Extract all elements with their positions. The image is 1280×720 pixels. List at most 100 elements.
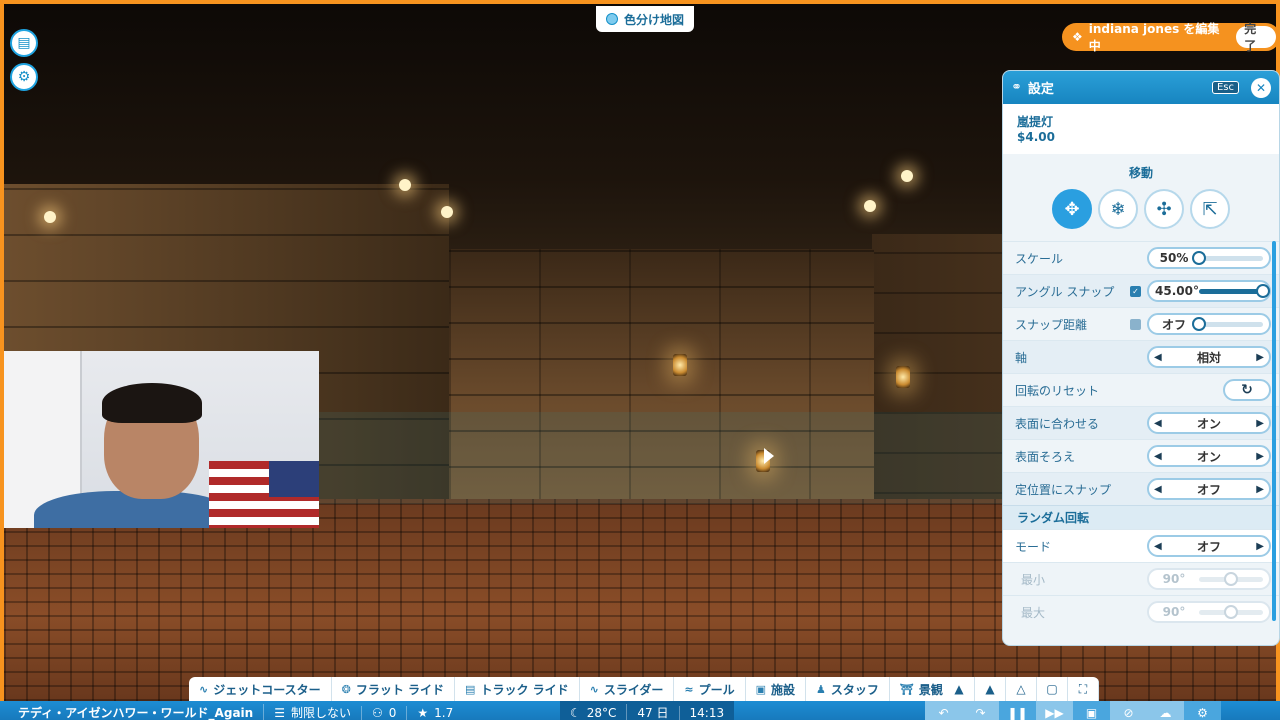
temperature-value: 28°C	[586, 705, 617, 720]
money-value: 制限しない	[290, 706, 351, 720]
pause-icon[interactable]: ❚❚	[999, 701, 1036, 720]
reset-rotation-row: 回転のリセット ↻	[1003, 373, 1279, 406]
align-surface-value: オン	[1196, 416, 1221, 431]
redo-icon[interactable]: ↷	[962, 701, 999, 720]
undo-icon[interactable]: ↶	[925, 701, 962, 720]
random-mode-row: モード ◀ オフ ▶	[1003, 529, 1279, 562]
snap-distance-knob[interactable]	[1192, 316, 1206, 331]
grid-snap-row: 定位置にスナップ ◀ オフ ▶	[1003, 472, 1279, 505]
surface-flush-selector: ◀ オン ▶	[1147, 445, 1271, 467]
ceiling-lamp	[864, 200, 876, 212]
tab-label: スタッフ	[830, 682, 879, 697]
next-arrow-icon[interactable]: ▶	[1256, 451, 1264, 462]
tree-icon[interactable]: ▲	[975, 677, 1006, 701]
scale-row: スケール 50%	[1003, 241, 1279, 274]
done-button[interactable]: 完了	[1236, 22, 1276, 53]
next-arrow-icon[interactable]: ▶	[1256, 541, 1264, 552]
star-icon: ★	[417, 705, 429, 720]
random-max-row: 最大 90°	[1003, 595, 1279, 628]
scale-knob[interactable]	[1192, 250, 1206, 265]
day-status: 47 日	[626, 704, 678, 720]
close-icon[interactable]: ✕	[1251, 77, 1271, 98]
slide-icon: ∿	[589, 682, 599, 696]
park-name[interactable]: テディ・アイゼンハワー・ワールド_Again	[0, 704, 263, 720]
tab-pools[interactable]: ≈ プール	[674, 677, 746, 701]
fullscreen-icon[interactable]: ⛶	[1068, 677, 1099, 701]
blueprint-icon[interactable]: ▢	[1037, 677, 1068, 701]
webcam-person-hair	[102, 383, 202, 423]
angle-snap-slider[interactable]: 45.00°	[1147, 280, 1271, 302]
time-value: 14:13	[689, 705, 725, 720]
snap-distance-checkbox[interactable]	[1130, 318, 1141, 330]
fast-forward-icon[interactable]: ▶▶	[1036, 701, 1073, 720]
pool-icon: ≈	[684, 682, 694, 696]
reset-rotation-button[interactable]: ↻	[1223, 379, 1271, 401]
tab-flat-rides[interactable]: ❂ フラット ライド	[332, 677, 456, 701]
tab-label: プール	[698, 682, 735, 697]
tab-staff[interactable]: ♟ スタッフ	[806, 677, 890, 701]
camera-icon[interactable]: ▣	[1073, 701, 1110, 720]
edit-mode-banner: ❖ indiana jones を編集中 完了	[1062, 22, 1280, 53]
wall-lantern[interactable]	[896, 366, 910, 388]
move-mode-buttons: ✥ ❄ ✣ ⇱	[1003, 189, 1279, 229]
angle-snap-knob[interactable]	[1256, 283, 1270, 298]
tab-facilities[interactable]: ▣ 施設	[746, 677, 807, 701]
guests-status[interactable]: ⚇ 0	[360, 705, 406, 720]
webcam-flag	[209, 461, 319, 528]
scale-slider[interactable]: 50%	[1147, 247, 1271, 269]
track-ride-icon: ▤	[465, 682, 476, 696]
move-arrows-icon[interactable]: ✥	[1052, 189, 1092, 229]
guests-value: 0	[388, 705, 397, 720]
moon-icon: ☾	[570, 705, 581, 720]
next-arrow-icon[interactable]: ▶	[1256, 418, 1264, 429]
item-name: 嵐提灯	[1017, 115, 1054, 129]
gear-icon[interactable]: ⚙	[1184, 701, 1221, 720]
no-camera-icon[interactable]: ⊘	[1110, 701, 1147, 720]
map-overlay-label: 色分け地図	[624, 12, 685, 27]
move-section-title: 移動	[1128, 166, 1153, 180]
rating-status[interactable]: ★ 1.7	[406, 705, 463, 720]
prev-arrow-icon[interactable]: ◀	[1154, 352, 1162, 363]
weather-icon[interactable]: ☁	[1147, 701, 1184, 720]
random-max-value: 90°	[1162, 605, 1186, 619]
rotate-move-icon[interactable]: ✣	[1144, 189, 1184, 229]
mountain-icon[interactable]: △	[1006, 677, 1037, 701]
random-mode-value: オフ	[1196, 539, 1221, 554]
grid-snap-value: オフ	[1196, 482, 1221, 497]
settings-title: 設定	[1027, 82, 1054, 97]
map-overlay-button[interactable]: 色分け地図	[596, 6, 695, 32]
random-min-label: 最小	[1021, 572, 1046, 587]
axis-selector: ◀ 相対 ▶	[1147, 346, 1271, 368]
clipboard-icon[interactable]: ▤	[10, 29, 38, 57]
tab-coasters[interactable]: ∿ ジェットコースター	[189, 677, 332, 701]
tab-label: フラット ライド	[355, 682, 445, 697]
wall-lantern[interactable]	[673, 354, 687, 376]
next-arrow-icon[interactable]: ▶	[1256, 352, 1264, 363]
day-value: 47 日	[637, 706, 669, 720]
expand-icon[interactable]: ⇱	[1190, 189, 1230, 229]
angle-snap-checkbox[interactable]: ✓	[1130, 285, 1141, 297]
prev-arrow-icon[interactable]: ◀	[1154, 418, 1162, 429]
tab-track-rides[interactable]: ▤ トラック ライド	[455, 677, 580, 701]
map-overlay-icon	[606, 13, 618, 25]
terrain-icon[interactable]: ▲	[944, 677, 975, 701]
guests-icon: ⚇	[371, 705, 383, 720]
prev-arrow-icon[interactable]: ◀	[1154, 484, 1162, 495]
prev-arrow-icon[interactable]: ◀	[1154, 541, 1162, 552]
staff-icon: ♟	[816, 682, 826, 696]
bell-icon[interactable]: ⚙	[10, 63, 38, 91]
coaster-icon: ∿	[199, 682, 209, 696]
snowflake-move-icon[interactable]: ❄	[1098, 189, 1138, 229]
tab-label: 施設	[771, 682, 796, 697]
settings-scrollbar[interactable]	[1272, 241, 1276, 621]
next-arrow-icon[interactable]: ▶	[1256, 484, 1264, 495]
ceiling-lamp	[441, 206, 453, 218]
surface-flush-value: オン	[1196, 449, 1221, 464]
scale-track	[1192, 250, 1263, 265]
tab-slides[interactable]: ∿ スライダー	[580, 677, 675, 701]
coins-icon: ☰	[274, 705, 285, 720]
flat-ride-icon: ❂	[341, 682, 351, 696]
money-status[interactable]: ☰ 制限しない	[263, 704, 361, 720]
prev-arrow-icon[interactable]: ◀	[1154, 451, 1162, 462]
snap-distance-slider[interactable]: オフ	[1147, 313, 1271, 335]
